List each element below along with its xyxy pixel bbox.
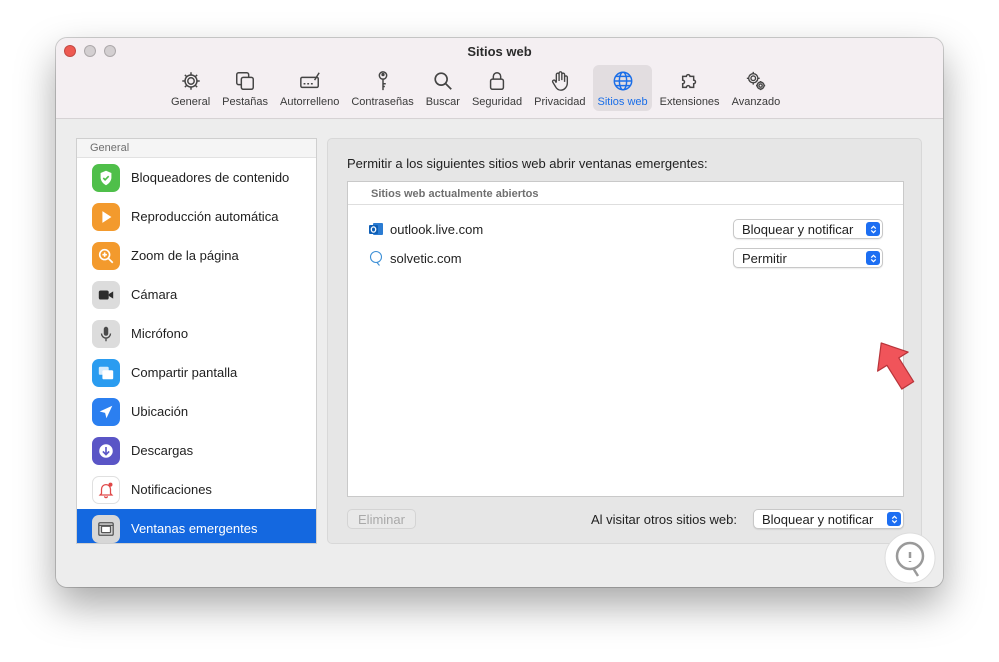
- bell-icon: [92, 475, 120, 504]
- preferences-window: Sitios web General Pestañas Autorrelleno: [56, 38, 943, 587]
- sidebar-item-label: Bloqueadores de contenido: [131, 170, 290, 185]
- tab-autorrelleno[interactable]: Autorrelleno: [276, 65, 343, 111]
- tab-sitios-web[interactable]: Sitios web: [593, 65, 652, 111]
- sidebar-item-popup-windows[interactable]: Ventanas emergentes: [77, 509, 316, 543]
- gears-icon: [744, 69, 768, 93]
- site-setting-select[interactable]: Bloquear y notificar: [733, 219, 883, 239]
- toolbar: General Pestañas Autorrelleno Contraseña…: [167, 65, 784, 111]
- remove-button[interactable]: Eliminar: [347, 509, 416, 529]
- popup-settings-panel: Permitir a los siguientes sitios web abr…: [327, 138, 922, 544]
- tabs-icon: [233, 69, 257, 93]
- sidebar-item-autoplay[interactable]: Reproducción automática: [77, 197, 316, 236]
- sidebar-item-microphone[interactable]: Micrófono: [77, 314, 316, 353]
- gear-icon: [179, 69, 203, 93]
- sidebar-header: General: [77, 139, 316, 158]
- tab-contrasenas[interactable]: Contraseñas: [347, 65, 417, 111]
- tab-label: Privacidad: [534, 96, 586, 108]
- tab-label: Extensiones: [659, 96, 720, 108]
- chevron-up-down-icon: [887, 512, 901, 526]
- site-row[interactable]: outlook.live.com Bloquear y notificar: [368, 218, 883, 240]
- screen-share-icon: [92, 358, 120, 387]
- lock-icon: [485, 69, 509, 93]
- site-setting-select[interactable]: Permitir: [733, 248, 883, 268]
- sidebar-item-label: Notificaciones: [131, 482, 212, 497]
- tab-label: Avanzado: [731, 96, 781, 108]
- tab-label: Pestañas: [222, 96, 269, 108]
- tab-label: General: [171, 96, 211, 108]
- sidebar-item-label: Compartir pantalla: [131, 365, 238, 380]
- sidebar-item-downloads[interactable]: Descargas: [77, 431, 316, 470]
- sidebar-item-label: Descargas: [131, 443, 194, 458]
- tab-seguridad[interactable]: Seguridad: [468, 65, 526, 111]
- key-icon: [371, 69, 395, 93]
- annotation-arrow-icon: [877, 342, 915, 390]
- play-icon: [92, 202, 120, 231]
- tab-avanzado[interactable]: Avanzado: [728, 65, 785, 111]
- tab-privacidad[interactable]: Privacidad: [530, 65, 589, 111]
- outlook-icon: [368, 221, 384, 237]
- zoom-icon: [92, 241, 120, 270]
- location-icon: [92, 397, 120, 426]
- site-list-header: Sitios web actualmente abiertos: [348, 182, 903, 205]
- site-row[interactable]: solvetic.com Permitir: [368, 247, 883, 269]
- shield-check-icon: [92, 163, 120, 192]
- sidebar-item-label: Reproducción automática: [131, 209, 279, 224]
- select-value: Bloquear y notificar: [762, 512, 874, 527]
- popup-window-icon: [92, 514, 120, 543]
- select-value: Permitir: [742, 251, 787, 266]
- tab-pestanas[interactable]: Pestañas: [218, 65, 272, 111]
- puzzle-icon: [678, 69, 702, 93]
- sidebar-item-label: Zoom de la página: [131, 248, 239, 263]
- microphone-icon: [92, 319, 120, 348]
- site-list: Sitios web actualmente abiertos outlook.…: [347, 181, 915, 497]
- tab-label: Autorrelleno: [280, 96, 340, 108]
- tab-label: Buscar: [425, 96, 460, 108]
- autofill-icon: [298, 69, 322, 93]
- site-name: solvetic.com: [390, 250, 462, 266]
- sidebar-item-label: Ventanas emergentes: [131, 521, 258, 536]
- site-name: outlook.live.com: [390, 221, 484, 237]
- sidebar-item-label: Micrófono: [131, 326, 189, 341]
- solvetic-icon: [368, 250, 384, 266]
- sidebar-item-label: Ubicación: [131, 404, 189, 419]
- sidebar-item-screen-share[interactable]: Compartir pantalla: [77, 353, 316, 392]
- other-sites-label: Al visitar otros sitios web:: [591, 512, 737, 527]
- other-sites-select[interactable]: Bloquear y notificar: [753, 509, 904, 529]
- search-icon: [431, 69, 455, 93]
- titlebar: Sitios web General Pestañas Autorrelleno: [56, 38, 943, 119]
- panel-heading: Permitir a los siguientes sitios web abr…: [347, 156, 708, 171]
- sidebar-item-page-zoom[interactable]: Zoom de la página: [77, 236, 316, 275]
- tab-label: Seguridad: [471, 96, 523, 108]
- download-icon: [92, 436, 120, 465]
- chevron-up-down-icon: [866, 251, 880, 265]
- tab-buscar[interactable]: Buscar: [422, 65, 464, 111]
- window-title: Sitios web: [467, 44, 532, 59]
- tab-general[interactable]: General: [167, 65, 214, 111]
- select-value: Bloquear y notificar: [742, 222, 854, 237]
- sidebar: General Bloqueadores de contenido Reprod…: [76, 138, 317, 544]
- camera-icon: [92, 280, 120, 309]
- sidebar-item-label: Cámara: [131, 287, 178, 302]
- tab-extensiones[interactable]: Extensiones: [656, 65, 724, 111]
- globe-icon: [611, 69, 635, 93]
- chevron-up-down-icon: [866, 222, 880, 236]
- tab-label: Sitios web: [597, 96, 648, 108]
- tab-label: Contraseñas: [351, 96, 414, 108]
- watermark-logo-icon: [884, 532, 936, 584]
- sidebar-item-content-blockers[interactable]: Bloqueadores de contenido: [77, 158, 316, 197]
- content-area: General Bloqueadores de contenido Reprod…: [56, 120, 943, 587]
- sidebar-item-notifications[interactable]: Notificaciones: [77, 470, 316, 509]
- hand-icon: [548, 69, 572, 93]
- sidebar-item-location[interactable]: Ubicación: [77, 392, 316, 431]
- sidebar-item-camera[interactable]: Cámara: [77, 275, 316, 314]
